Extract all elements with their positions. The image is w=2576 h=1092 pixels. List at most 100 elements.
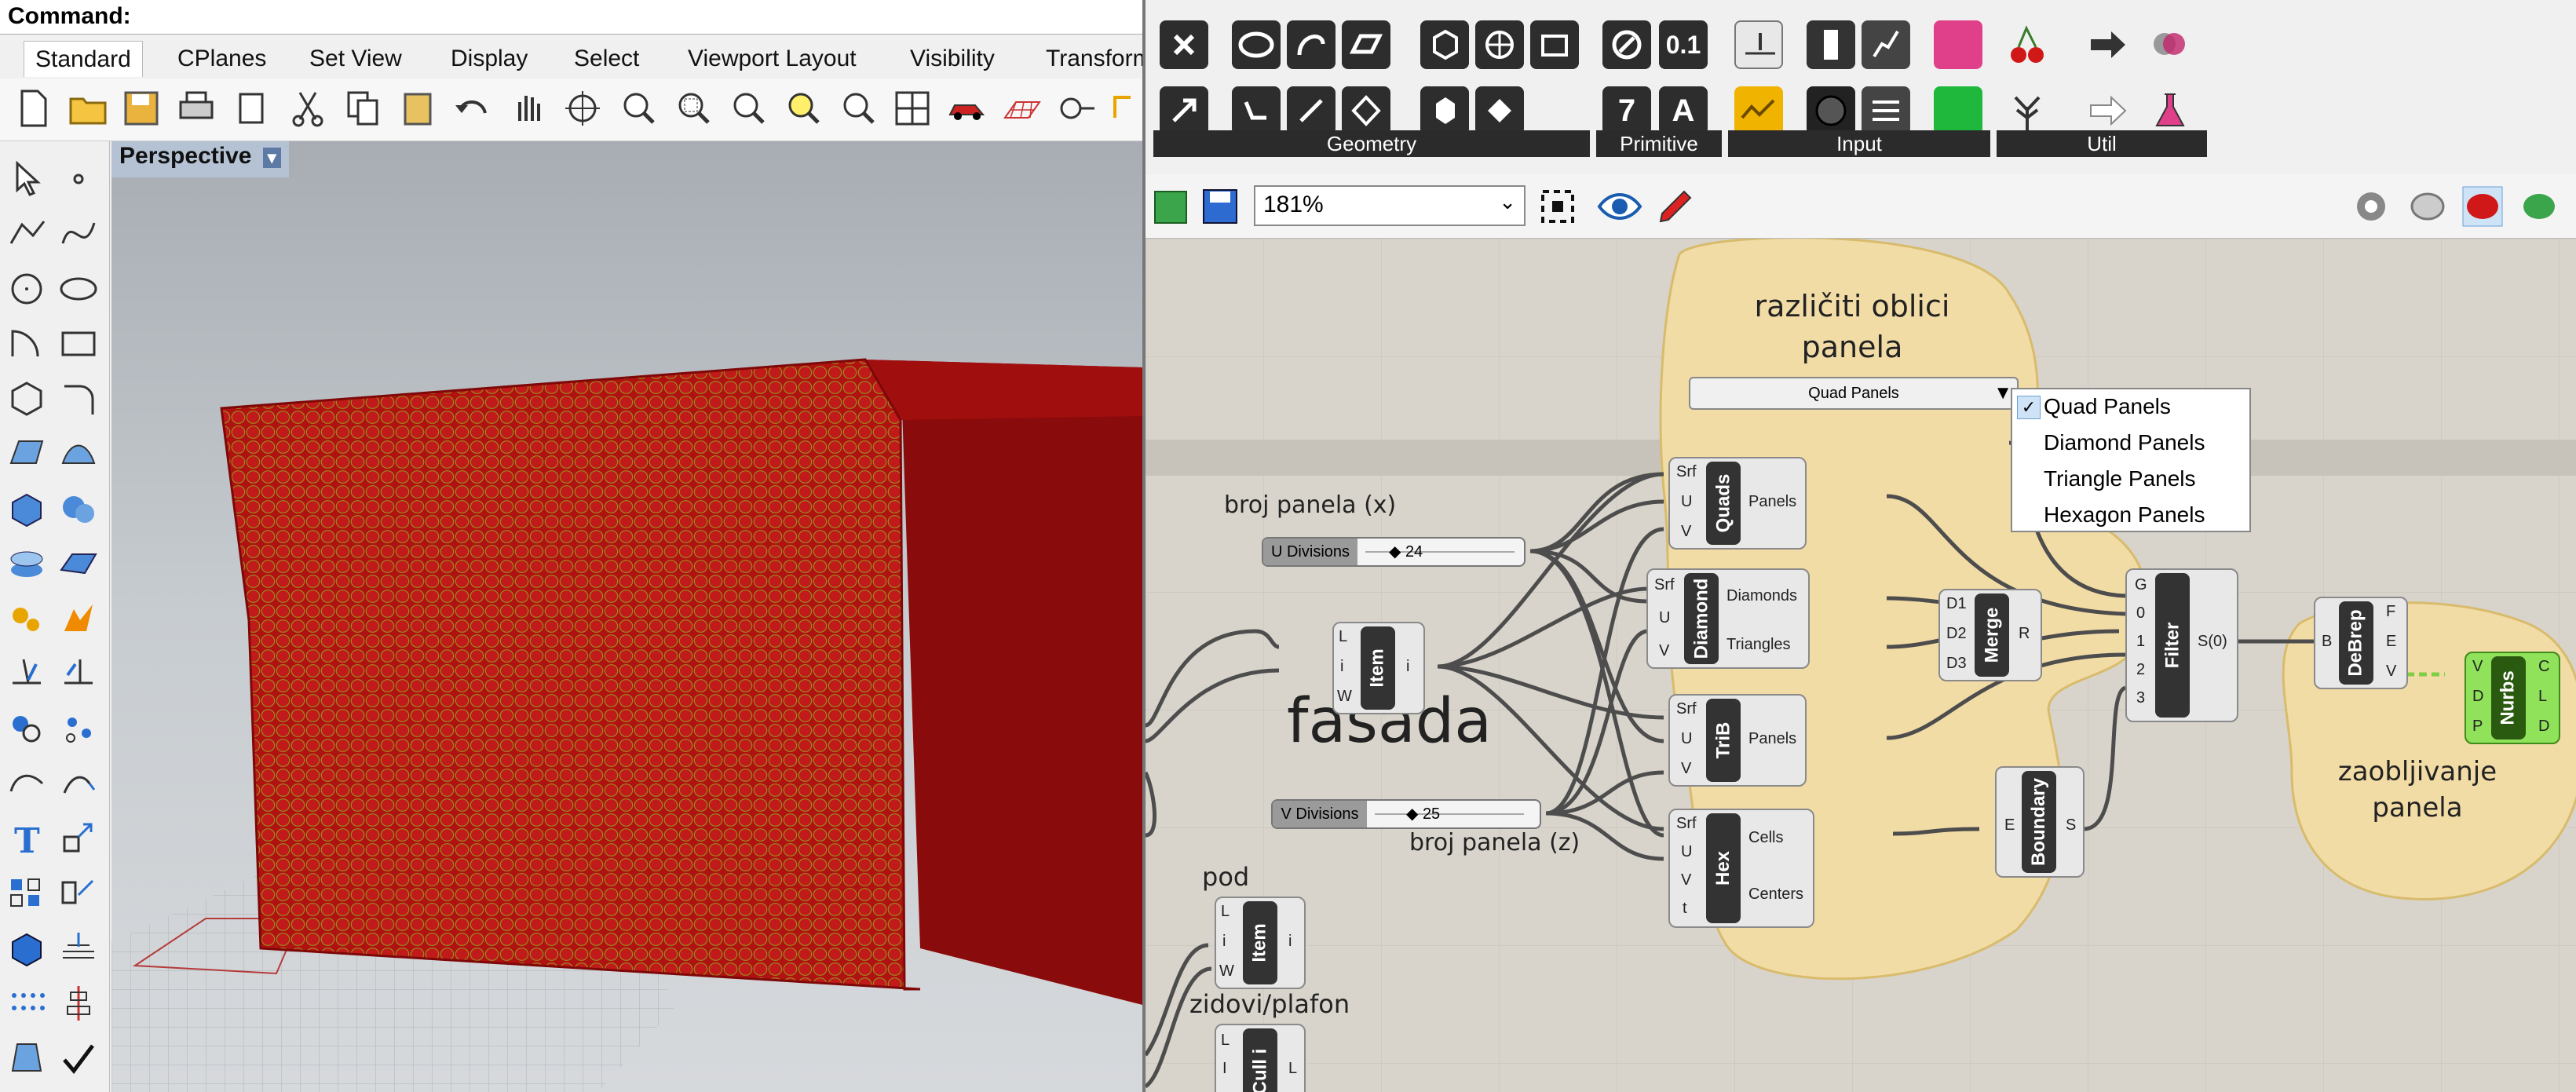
flask-icon[interactable]	[2146, 86, 2194, 135]
cut-icon[interactable]	[286, 86, 330, 130]
line-param-icon[interactable]	[1232, 86, 1281, 135]
trib-component[interactable]: Srf U V TriB Panels	[1668, 694, 1807, 787]
undo-view-icon[interactable]	[835, 86, 879, 130]
value-list-quad-panels[interactable]: Quad Panels ▼	[1689, 377, 2019, 410]
number-param-icon[interactable]: 0.1	[1659, 20, 1708, 69]
group-icon[interactable]	[5, 707, 49, 751]
item-component-pod[interactable]: L i W Item i	[1215, 897, 1306, 989]
tab-standard[interactable]: Standard	[24, 41, 143, 77]
undo-icon[interactable]	[451, 86, 495, 130]
dropdown-option-quad[interactable]: Quad Panels	[2044, 394, 2171, 419]
tab-display[interactable]: Display	[448, 41, 531, 77]
command-line[interactable]: Command:	[0, 0, 1142, 35]
sketch-pen-icon[interactable]	[1654, 185, 1697, 228]
sphere-solid-icon[interactable]	[57, 487, 100, 531]
color-swatch-icon[interactable]	[1934, 20, 1982, 69]
preview-shaded-icon[interactable]	[2406, 185, 2449, 228]
cylinder-icon[interactable]	[5, 542, 49, 586]
toggle-icon[interactable]	[1807, 20, 1855, 69]
value-list-arrow-icon[interactable]: ▼	[1993, 378, 2012, 408]
dropdown-option-hexagon[interactable]: Hexagon Panels	[2044, 502, 2205, 528]
surface-points-icon[interactable]	[5, 432, 49, 476]
box-param-icon[interactable]	[1420, 20, 1469, 69]
car-render-icon[interactable]	[945, 86, 989, 130]
filter-component[interactable]: G 0 1 2 3 Filter S(0)	[2125, 568, 2238, 722]
brep-param-icon[interactable]	[1420, 86, 1469, 135]
dimension-icon[interactable]	[1109, 86, 1142, 130]
tab-viewport-layout[interactable]: Viewport Layout	[685, 41, 860, 77]
merge-component[interactable]: D1 D2 D3 Merge R	[1938, 589, 2042, 681]
hex-component[interactable]: Srf U V t Hex Cells Centers	[1668, 809, 1814, 928]
block-icon[interactable]	[5, 926, 49, 970]
facade-panels[interactable]	[220, 358, 921, 991]
save-icon[interactable]	[119, 86, 163, 130]
explode-icon[interactable]	[57, 597, 100, 641]
zoom-combobox[interactable]: 181% ⌄	[1254, 185, 1526, 226]
tab-transform[interactable]: Transform	[1043, 41, 1142, 77]
tab-cplanes[interactable]: CPlanes	[174, 41, 269, 77]
v-divisions-slider[interactable]: V Divisions ◆ 25	[1271, 799, 1541, 829]
recorder-arrow-icon[interactable]	[2083, 86, 2132, 135]
array-icon[interactable]	[5, 871, 49, 915]
data-dam-icon[interactable]	[2083, 20, 2132, 69]
diamond-component[interactable]: Srf U V Diamond Diamonds Triangles	[1646, 568, 1810, 669]
ungroup-icon[interactable]	[57, 707, 100, 751]
boolean-param-icon[interactable]	[1602, 20, 1651, 69]
debrep-component[interactable]: B DeBrep F E V	[2314, 597, 2408, 689]
graph-mapper-icon[interactable]	[1862, 20, 1910, 69]
rectangle-icon[interactable]	[57, 322, 100, 366]
primitive-group-label[interactable]: Primitive	[1596, 130, 1722, 157]
copy-icon[interactable]	[341, 86, 385, 130]
grid-plane-icon[interactable]	[1000, 86, 1044, 130]
field-param-icon[interactable]	[1530, 20, 1579, 69]
quads-component[interactable]: Srf U V Quads Panels	[1668, 457, 1807, 550]
dropdown-option-diamond[interactable]: Diamond Panels	[2044, 430, 2205, 455]
split-icon[interactable]	[57, 652, 100, 696]
paste-icon[interactable]	[396, 86, 440, 130]
preview-selected-icon[interactable]	[2461, 185, 2504, 228]
template-icon[interactable]	[231, 86, 275, 130]
galapagos-icon[interactable]	[2146, 20, 2194, 69]
geometry-group-label[interactable]: Geometry	[1153, 130, 1590, 157]
text-icon[interactable]: T	[5, 816, 49, 860]
curve-icon[interactable]	[57, 212, 100, 256]
drafting-icon[interactable]	[5, 1036, 49, 1080]
zoom-dynamic-icon[interactable]	[616, 86, 660, 130]
v-slider-track[interactable]	[1375, 813, 1524, 815]
gh-canvas[interactable]: različiti oblici panela zaobljivanje pan…	[1145, 239, 2576, 1092]
point-icon[interactable]	[57, 157, 100, 201]
dropdown-option-triangle[interactable]: Triangle Panels	[2044, 466, 2196, 491]
extend-curve-icon[interactable]	[57, 761, 100, 805]
mesh-surface-icon[interactable]	[57, 542, 100, 586]
vector-param-icon[interactable]	[1160, 86, 1208, 135]
circle-icon[interactable]	[5, 267, 49, 311]
box-solid-icon[interactable]	[5, 487, 49, 531]
u-slider-track[interactable]	[1365, 551, 1515, 553]
text-param-icon[interactable]: A	[1659, 86, 1708, 135]
plane-param-icon[interactable]	[1287, 86, 1336, 135]
polygon-icon[interactable]	[5, 377, 49, 421]
align-icon[interactable]	[57, 981, 100, 1025]
geometry-param-icon[interactable]	[1475, 86, 1524, 135]
empty-param-icon[interactable]	[1160, 20, 1208, 69]
gears-icon[interactable]	[5, 597, 49, 641]
mesh-param-icon[interactable]	[1475, 20, 1524, 69]
image-sampler-icon[interactable]	[1934, 86, 1982, 135]
tree-icon[interactable]	[2003, 86, 2052, 135]
cherry-picker-icon[interactable]	[2003, 20, 2052, 69]
number-slider-icon[interactable]	[1734, 20, 1783, 69]
boundary-component[interactable]: E Boundary S	[1995, 766, 2085, 878]
polyline-icon[interactable]	[5, 212, 49, 256]
open-folder-icon[interactable]	[66, 86, 110, 130]
circle-param-icon[interactable]	[1232, 20, 1281, 69]
item-component-fasada[interactable]: L i W Item i	[1332, 622, 1425, 714]
cull-index-component[interactable]: L I Cull i L	[1215, 1024, 1306, 1092]
pan-hand-icon[interactable]	[506, 86, 550, 130]
select-arrow-icon[interactable]	[5, 157, 49, 201]
nurbs-curve-component[interactable]: V D P Nurbs C L D	[2465, 652, 2560, 744]
snap-icon[interactable]	[1055, 86, 1099, 130]
preview-eye-icon[interactable]	[1596, 185, 1643, 228]
ellipse-icon[interactable]	[57, 267, 100, 311]
contour-icon[interactable]	[57, 926, 100, 970]
perspective-viewport[interactable]: Perspective ▾	[111, 141, 1142, 1092]
